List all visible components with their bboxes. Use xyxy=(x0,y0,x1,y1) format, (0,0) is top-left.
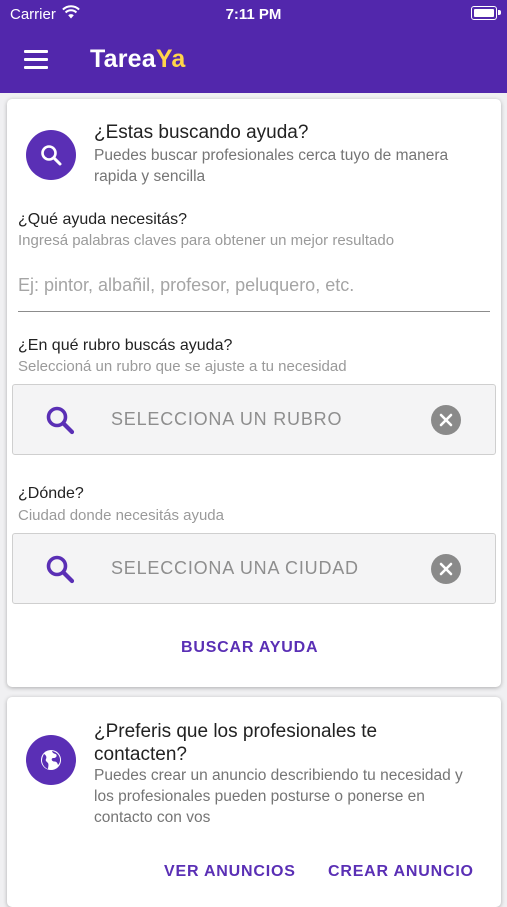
location-clear-icon[interactable] xyxy=(431,554,461,584)
category-search-icon xyxy=(46,406,75,435)
search-help-card: ¿Estas buscando ayuda? Puedes buscar pro… xyxy=(7,99,501,687)
search-icon xyxy=(26,130,76,180)
category-select[interactable]: SELECCIONA UN RUBRO xyxy=(12,384,496,455)
create-ad-button[interactable]: CREAR ANUNCIO xyxy=(328,863,474,881)
app-bar: Carrier 7:11 PM TareaYa xyxy=(0,0,507,93)
location-placeholder: SELECCIONA UNA CIUDAD xyxy=(111,558,359,578)
clock-label: 7:11 PM xyxy=(225,6,282,23)
battery-icon xyxy=(471,6,501,20)
ad-card-title: ¿Preferis que los profesionales te conta… xyxy=(94,721,378,765)
create-ad-card: ¿Preferis que los profesionales te conta… xyxy=(7,697,501,907)
category-placeholder: SELECCIONA UN RUBRO xyxy=(111,409,343,429)
view-ads-button[interactable]: VER ANUNCIOS xyxy=(164,863,296,881)
location-label: ¿Dónde? xyxy=(18,485,84,502)
menu-button[interactable] xyxy=(24,50,48,70)
need-label: ¿Qué ayuda necesitás? xyxy=(18,211,187,228)
globe-icon xyxy=(26,735,76,785)
need-search-input[interactable] xyxy=(18,259,490,312)
location-hint: Ciudad donde necesitás ayuda xyxy=(18,507,224,524)
status-bar: Carrier 7:11 PM xyxy=(0,0,507,28)
location-select[interactable]: SELECCIONA UNA CIUDAD xyxy=(12,533,496,604)
brand-accent: Ya xyxy=(155,45,186,73)
search-help-button[interactable]: BUSCAR AYUDA xyxy=(181,639,318,657)
search-card-title: ¿Estas buscando ayuda? xyxy=(94,122,309,143)
category-clear-icon[interactable] xyxy=(431,405,461,435)
ad-card-description: Puedes crear un anuncio describiendo tu … xyxy=(94,767,463,826)
category-label: ¿En qué rubro buscás ayuda? xyxy=(18,337,233,354)
search-card-description: Puedes buscar profesionales cerca tuyo d… xyxy=(94,147,449,185)
category-hint: Seleccioná un rubro que se ajuste a tu n… xyxy=(18,358,347,375)
location-search-icon xyxy=(46,555,75,584)
brand-main: Tarea xyxy=(90,45,156,73)
need-hint: Ingresá palabras claves para obtener un … xyxy=(18,232,395,249)
app-title: TareaYa xyxy=(90,45,185,74)
